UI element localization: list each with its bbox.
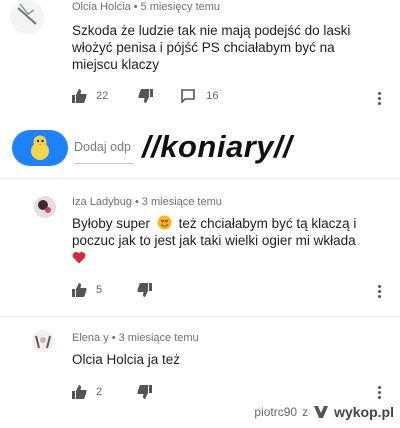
comment-icon xyxy=(181,89,196,103)
comment-actions: 22 16 xyxy=(72,88,219,104)
author-name[interactable]: Elena y xyxy=(72,332,109,344)
like-button[interactable] xyxy=(72,89,87,103)
reply-bar: Dodaj odp //koniary// xyxy=(0,118,400,178)
avatar[interactable] xyxy=(34,196,56,218)
author-name[interactable]: Iza Ladybug xyxy=(72,196,132,208)
more-icon[interactable] xyxy=(378,285,382,300)
avatar xyxy=(12,130,68,166)
timestamp: 3 miesiące temu xyxy=(141,196,222,208)
like-button[interactable] xyxy=(72,385,87,399)
uploader-name[interactable]: piotrc90 xyxy=(254,405,297,419)
like-count: 22 xyxy=(96,90,109,102)
comment-actions: 5 xyxy=(72,282,153,298)
reply-input[interactable]: Dodaj odp xyxy=(74,140,131,154)
comment-meta: Olcia Holcia • 5 miesięcy temu xyxy=(72,1,221,13)
like-count: 5 xyxy=(96,284,103,296)
thumbs-down-icon xyxy=(138,89,154,103)
overlay-caption: //koniary// xyxy=(142,129,293,164)
comment-text: Szkoda że ludzie tak nie mają podejść do… xyxy=(72,23,351,72)
more-icon[interactable] xyxy=(378,92,382,107)
dislike-button[interactable] xyxy=(137,283,153,297)
reply-count: 16 xyxy=(206,90,219,102)
avatar[interactable] xyxy=(10,0,44,34)
timestamp: 3 miesiące temu xyxy=(118,332,199,344)
reply-count-button[interactable]: 16 xyxy=(181,89,219,103)
avatar[interactable] xyxy=(32,330,54,352)
thumbs-down-icon xyxy=(137,283,153,297)
thumbs-up-icon xyxy=(72,89,87,103)
brand-name: wykop.pl xyxy=(334,404,394,420)
comment-iza: Iza Ladybug • 3 miesiące temu Byłoby super… xyxy=(0,190,400,315)
comment-text: Byłoby super też chciałabym być tą klacz… xyxy=(72,215,356,266)
like-button[interactable] xyxy=(72,283,87,297)
author-name[interactable]: Olcia Holcia xyxy=(72,1,131,13)
thumbs-up-icon xyxy=(72,385,87,399)
like-count: 2 xyxy=(96,386,103,398)
dislike-button[interactable] xyxy=(137,385,153,399)
dislike-button[interactable] xyxy=(138,89,154,103)
more-icon[interactable] xyxy=(378,386,382,401)
divider xyxy=(0,178,400,179)
wykop-logo-icon xyxy=(314,406,329,418)
timestamp: 5 miesięcy temu xyxy=(140,1,221,13)
thumbs-down-icon xyxy=(137,385,153,399)
comment-olcia: Olcia Holcia • 5 miesięcy temu Szkoda że l… xyxy=(0,0,400,118)
heart-icon xyxy=(72,251,86,264)
comment-elena: Elena y • 3 miesiące temu Olcia Holcia ja … xyxy=(0,326,400,406)
thumbs-up-icon xyxy=(72,283,87,297)
watermark: piotrc90 z wykop.pl xyxy=(254,402,394,422)
divider xyxy=(0,316,400,317)
watermark-z: z xyxy=(302,405,309,419)
comment-text: Olcia Holcia ja też xyxy=(72,352,181,367)
reply-input-underline xyxy=(74,163,134,164)
comment-meta: Iza Ladybug • 3 miesiące temu xyxy=(72,196,222,208)
heart-eyes-emoji-icon xyxy=(157,215,172,230)
comment-actions: 2 xyxy=(72,384,153,400)
comment-meta: Elena y • 3 miesiące temu xyxy=(72,332,199,344)
